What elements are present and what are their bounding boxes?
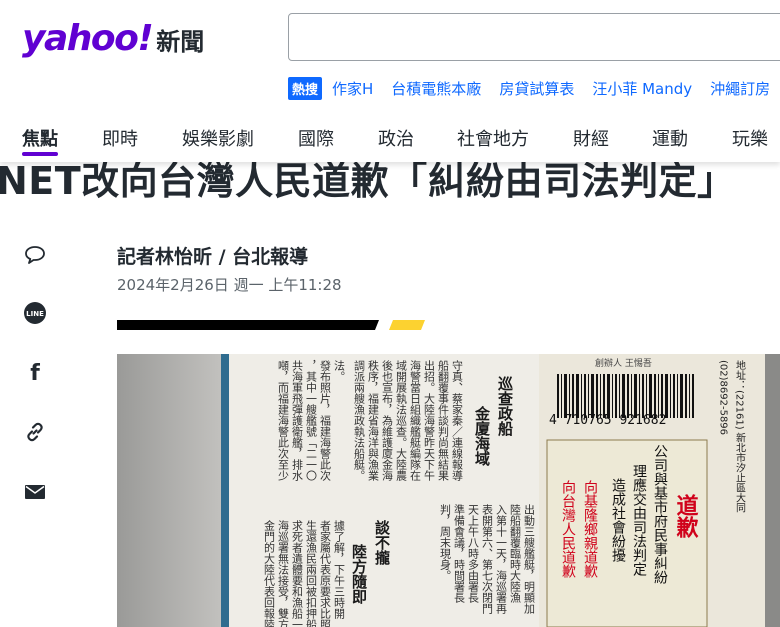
email-share-button[interactable] bbox=[20, 477, 50, 507]
byline-divider bbox=[117, 320, 425, 330]
comment-button[interactable] bbox=[20, 240, 50, 270]
trending-link[interactable]: 房貸試算表 bbox=[499, 78, 574, 99]
svg-text:後也宣布，為維護廈金海: 後也宣布，為維護廈金海 bbox=[381, 359, 394, 482]
svg-text:判，周末現身。: 判，周末現身。 bbox=[439, 504, 452, 581]
trending-bar: 熱搜 作家H 台積電熊本廠 房貸試算表 汪小菲 Mandy 沖繩訂房 bbox=[288, 77, 780, 100]
svg-text:秩序，福建省海洋與漁業: 秩序，福建省海洋與漁業 bbox=[367, 360, 380, 481]
svg-text:共海軍飛彈護衛艦，排水: 共海軍飛彈護衛艦，排水 bbox=[291, 360, 304, 481]
svg-text:域開展執法巡查。大陸農: 域開展執法巡查。大陸農 bbox=[395, 360, 408, 482]
svg-text:LINE: LINE bbox=[26, 310, 44, 318]
link-icon bbox=[27, 422, 43, 442]
svg-text:陸船翻覆臨時大陸漁: 陸船翻覆臨時大陸漁 bbox=[509, 504, 522, 604]
svg-text:公司與基市府民事糾紛: 公司與基市府民事糾紛 bbox=[652, 444, 668, 585]
newspaper-photo: 巡查政船 金廈海域 談不攏 陸方隨即 出動三艘艦艇，明顯加 陸船翻覆臨時大陸漁 … bbox=[117, 354, 780, 627]
svg-text:準備會議，時間署長: 準備會議，時間署長 bbox=[453, 503, 466, 604]
svg-text:表開第六、第七次閉門: 表開第六、第七次閉門 bbox=[481, 503, 494, 615]
article-date: 2024年2月26日 週一 上午11:28 bbox=[117, 276, 342, 294]
svg-text:，其中一艘艦號「二一〇: ，其中一艘艦號「二一〇 bbox=[305, 360, 318, 481]
site-header: yahoo! 新聞 熱搜 作家H 台積電熊本廠 房貸試算表 汪小菲 Mandy … bbox=[0, 0, 780, 162]
svg-text:談不攏: 談不攏 bbox=[373, 519, 391, 566]
svg-text:生還漁民兩回被扣押船: 生還漁民兩回被扣押船 bbox=[305, 519, 318, 627]
article-photo[interactable]: 巡查政船 金廈海域 談不攏 陸方隨即 出動三艘艦艇，明顯加 陸船翻覆臨時大陸漁 … bbox=[117, 354, 780, 627]
svg-text:4 710765 921682: 4 710765 921682 bbox=[549, 413, 666, 428]
nav-tab-finance[interactable]: 財經 bbox=[573, 125, 609, 151]
facebook-share-button[interactable]: f bbox=[20, 358, 50, 388]
svg-text:法。: 法。 bbox=[333, 359, 346, 382]
svg-text:創辦人 王惕吾: 創辦人 王惕吾 bbox=[595, 357, 652, 369]
article-author: 記者林怡昕 / 台北報導 bbox=[117, 246, 309, 268]
svg-text:巡查政船: 巡查政船 bbox=[496, 376, 514, 437]
trending-link[interactable]: 沖繩訂房 bbox=[710, 78, 770, 99]
svg-text:出動三艘艦艇，明顯加: 出動三艘艦艇，明顯加 bbox=[523, 503, 536, 615]
svg-text:船翻覆事件談判尚無結果: 船翻覆事件談判尚無結果 bbox=[437, 359, 450, 482]
trending-link[interactable]: 汪小菲 Mandy bbox=[592, 78, 692, 99]
yahoo-news-logo[interactable]: yahoo! 新聞 bbox=[22, 18, 204, 59]
trending-link[interactable]: 台積電熊本廠 bbox=[391, 78, 481, 99]
nav-tab-leisure[interactable]: 玩樂 bbox=[732, 125, 768, 151]
line-icon: LINE bbox=[24, 302, 46, 324]
svg-text:造成社會紛擾: 造成社會紛擾 bbox=[610, 478, 626, 562]
svg-text:守真、蔡家秦／連線報導: 守真、蔡家秦／連線報導 bbox=[451, 359, 464, 481]
line-share-button[interactable]: LINE bbox=[20, 298, 50, 328]
svg-text:向基隆鄉親道歉: 向基隆鄉親道歉 bbox=[582, 480, 598, 578]
yahoo-logo-wordmark: yahoo! bbox=[22, 18, 154, 59]
nav-tab-focus[interactable]: 焦點 bbox=[22, 125, 58, 151]
svg-text:陸方隨即: 陸方隨即 bbox=[350, 543, 368, 605]
svg-text:調派兩艘漁政執法船艇。: 調派兩艘漁政執法船艇。 bbox=[353, 359, 366, 481]
svg-text:出招。大陸海警昨天下午: 出招。大陸海警昨天下午 bbox=[423, 359, 436, 481]
svg-text:理應交由司法判定: 理應交由司法判定 bbox=[631, 464, 647, 577]
svg-text:金門的大陸代表回報陸: 金門的大陸代表回報陸 bbox=[263, 519, 276, 627]
nav-tab-sports[interactable]: 運動 bbox=[652, 125, 688, 151]
svg-text:海警當日組織艦艇編隊在: 海警當日組織艦艇編隊在 bbox=[409, 359, 422, 481]
nav-tab-international[interactable]: 國際 bbox=[298, 125, 334, 151]
svg-text:據了解，下午三時開: 據了解，下午三時開 bbox=[333, 519, 346, 620]
search-input[interactable] bbox=[289, 14, 780, 60]
svg-text:入第十一天，海巡署再: 入第十一天，海巡署再 bbox=[495, 504, 508, 615]
search-box[interactable] bbox=[288, 13, 780, 61]
svg-text:金廈海域: 金廈海域 bbox=[473, 405, 491, 467]
news-section-label: 新聞 bbox=[156, 28, 205, 56]
copy-link-button[interactable] bbox=[20, 417, 50, 447]
nav-tab-entertainment[interactable]: 娛樂影劇 bbox=[182, 125, 254, 151]
nav-tab-latest[interactable]: 即時 bbox=[102, 125, 138, 151]
svg-text:向台灣人民道歉: 向台灣人民道歉 bbox=[560, 480, 576, 578]
svg-text:(02)8692-5896: (02)8692-5896 bbox=[718, 360, 729, 435]
active-tab-indicator bbox=[22, 152, 58, 156]
facebook-icon: f bbox=[30, 360, 40, 386]
nav-tab-politics[interactable]: 政治 bbox=[378, 125, 414, 151]
nav-tab-society[interactable]: 社會地方 bbox=[457, 125, 529, 151]
apology-ad-title: 道歉 bbox=[673, 493, 699, 539]
mail-icon bbox=[25, 485, 45, 499]
svg-text:海巡署無法接受，雙方: 海巡署無法接受，雙方 bbox=[277, 519, 290, 627]
trending-link[interactable]: 作家H bbox=[332, 78, 373, 99]
svg-text:發布照片，福建海警此次: 發布照片，福建海警此次 bbox=[319, 359, 332, 482]
svg-text:求死者遺體要和漁船一: 求死者遺體要和漁船一 bbox=[291, 520, 304, 627]
svg-text:噸，而福建海警此次至少: 噸，而福建海警此次至少 bbox=[277, 359, 290, 481]
svg-text:地址：(22161) 新北市汐止區大同: 地址：(22161) 新北市汐止區大同 bbox=[734, 359, 746, 514]
svg-text:天上午八時多由署長: 天上午八時多由署長 bbox=[467, 504, 480, 604]
trending-badge: 熱搜 bbox=[288, 77, 323, 100]
svg-text:者家屬代表原要求比照: 者家屬代表原要求比照 bbox=[319, 520, 332, 627]
comment-icon bbox=[25, 246, 45, 264]
category-nav: 焦點 即時 娛樂影劇 國際 政治 社會地方 財經 運動 玩樂 bbox=[0, 118, 780, 162]
